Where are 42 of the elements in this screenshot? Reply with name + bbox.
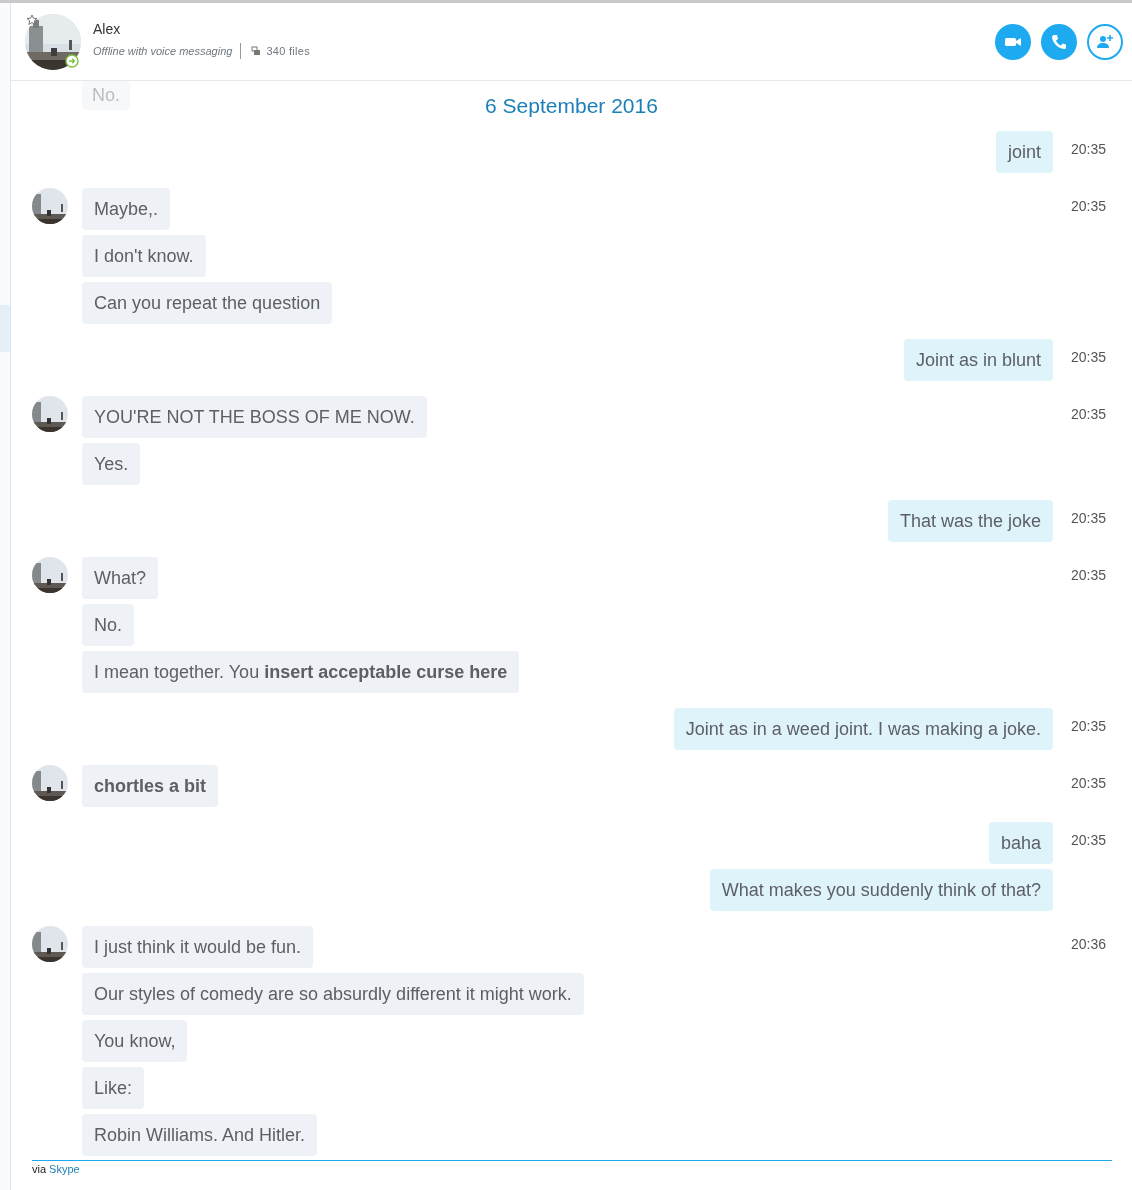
contact-name: Alex <box>93 20 122 37</box>
message-time: 20:35 <box>1070 348 1108 365</box>
message-bubble: I just think it would be fun. <box>82 926 314 968</box>
message-bubble: You know, <box>82 1020 188 1062</box>
message-time: 20:35 <box>1070 509 1108 526</box>
call-button[interactable] <box>1041 23 1077 60</box>
files-count[interactable]: 340 files <box>266 44 311 57</box>
message-bubble: YOU'RE NOT THE BOSS OF ME NOW. <box>82 396 427 438</box>
message-time: 20:35 <box>1070 197 1108 214</box>
video-call-button[interactable] <box>995 23 1031 60</box>
message-bubble: Yes. <box>82 443 141 485</box>
message-bubble: What makes you suddenly think of that? <box>709 869 1053 911</box>
message-bubble: chortles a bit <box>82 765 219 807</box>
message-bubble: What? <box>82 557 159 599</box>
message-bubble: Our styles of comedy are so absurdly different it might work. <box>82 973 584 1015</box>
add-contact-button[interactable] <box>1087 23 1123 60</box>
via-label: via <box>32 1163 47 1175</box>
message-bubble: I mean together. You insert acceptable curse here <box>82 651 520 693</box>
message-bubble: I don't know. <box>82 235 206 277</box>
message-time: 20:35 <box>1070 717 1108 734</box>
message-bubble: Joint as in blunt <box>903 339 1053 381</box>
message-bubble: joint <box>995 131 1053 173</box>
contact-status: Offline with voice messaging <box>93 44 233 57</box>
message-bubble: Like: <box>82 1067 145 1109</box>
message-bubble: Can you repeat the question <box>82 282 333 324</box>
message-bubble: baha <box>988 822 1053 864</box>
message-bubble: Maybe,. <box>82 188 171 230</box>
files-icon <box>251 45 262 56</box>
message-bubble: That was the joke <box>887 500 1053 542</box>
message-time: 20:36 <box>1070 935 1108 952</box>
message-time: 20:35 <box>1070 774 1108 791</box>
message-time: 20:35 <box>1070 831 1108 848</box>
message-bubble: No. <box>82 604 134 646</box>
message-bubble: Robin Williams. And Hitler. <box>82 1114 318 1156</box>
message-bubble: No. <box>82 81 130 110</box>
message-time: 20:35 <box>1070 566 1108 583</box>
message-bubble: Joint as in a weed joint. I was making a joke. <box>673 708 1053 750</box>
arrow-badge-icon <box>65 53 79 68</box>
skype-link[interactable]: Skype <box>49 1163 80 1175</box>
message-time: 20:35 <box>1070 405 1108 422</box>
star-icon[interactable] <box>26 13 38 26</box>
message-time: 20:35 <box>1070 140 1108 157</box>
